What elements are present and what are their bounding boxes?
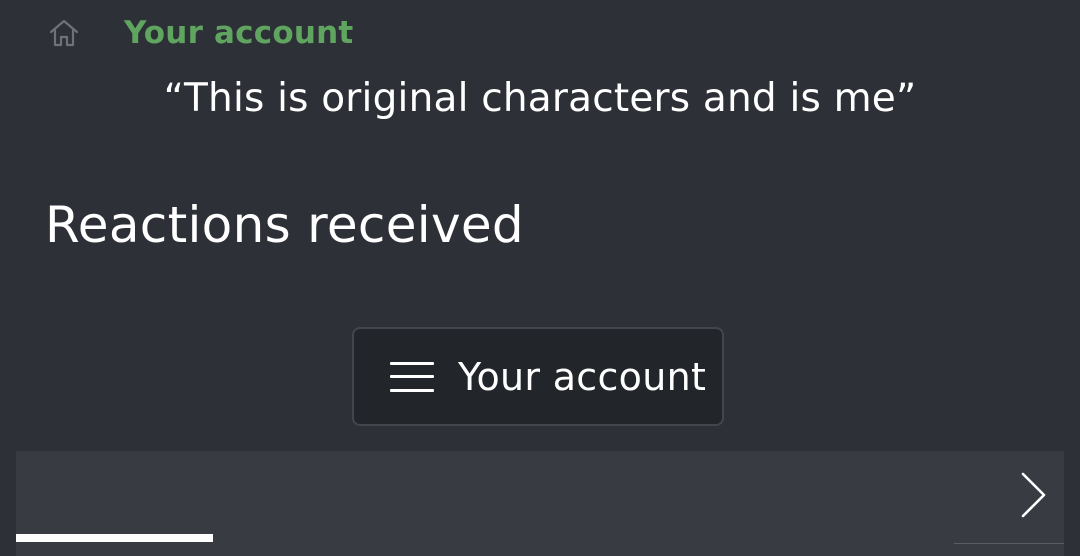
scroll-divider (954, 543, 1064, 544)
page-subtitle: “This is original characters and is me” (163, 76, 917, 121)
chevron-right-icon (1018, 471, 1048, 523)
tab-strip (16, 451, 1064, 556)
page-title: Reactions received (45, 196, 524, 254)
breadcrumb-your-account-link[interactable]: Your account (124, 15, 353, 51)
hamburger-menu-icon (390, 360, 434, 394)
page: Your account “This is original character… (0, 0, 1080, 556)
home-icon[interactable] (46, 15, 82, 51)
tab-scroll-right-button[interactable] (954, 451, 1064, 543)
active-tab-indicator (16, 534, 213, 542)
your-account-menu-button[interactable]: Your account (352, 327, 724, 426)
breadcrumb: Your account (46, 12, 353, 54)
menu-button-label: Your account (458, 354, 707, 399)
